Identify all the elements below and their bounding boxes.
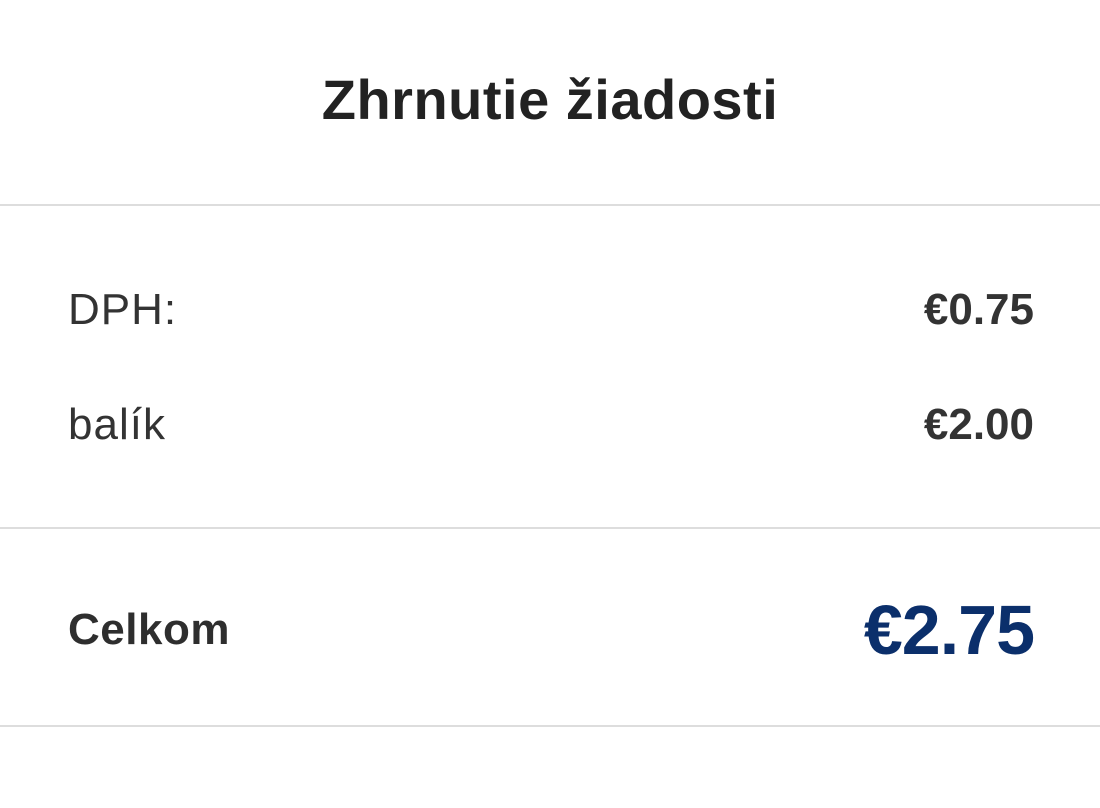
total-row: Celkom €2.75	[68, 590, 1035, 670]
summary-title: Zhrnutie žiadosti	[321, 68, 779, 131]
line-item-label: balík	[68, 400, 166, 449]
order-summary: Zhrnutie žiadosti DPH: €0.75 balík €2.00…	[0, 0, 1100, 808]
summary-header: Zhrnutie žiadosti	[0, 0, 1100, 205]
footer-divider	[0, 725, 1100, 727]
line-item-amount: €0.75	[923, 285, 1034, 334]
total-amount: €2.75	[863, 591, 1035, 669]
items-divider	[0, 527, 1100, 529]
header-divider	[0, 204, 1100, 206]
line-item-vat: DPH: €0.75	[68, 282, 1034, 338]
total-label: Celkom	[68, 605, 230, 654]
line-item-package: balík €2.00	[68, 397, 1034, 453]
line-item-amount: €2.00	[923, 400, 1034, 449]
line-item-label: DPH:	[68, 285, 178, 334]
